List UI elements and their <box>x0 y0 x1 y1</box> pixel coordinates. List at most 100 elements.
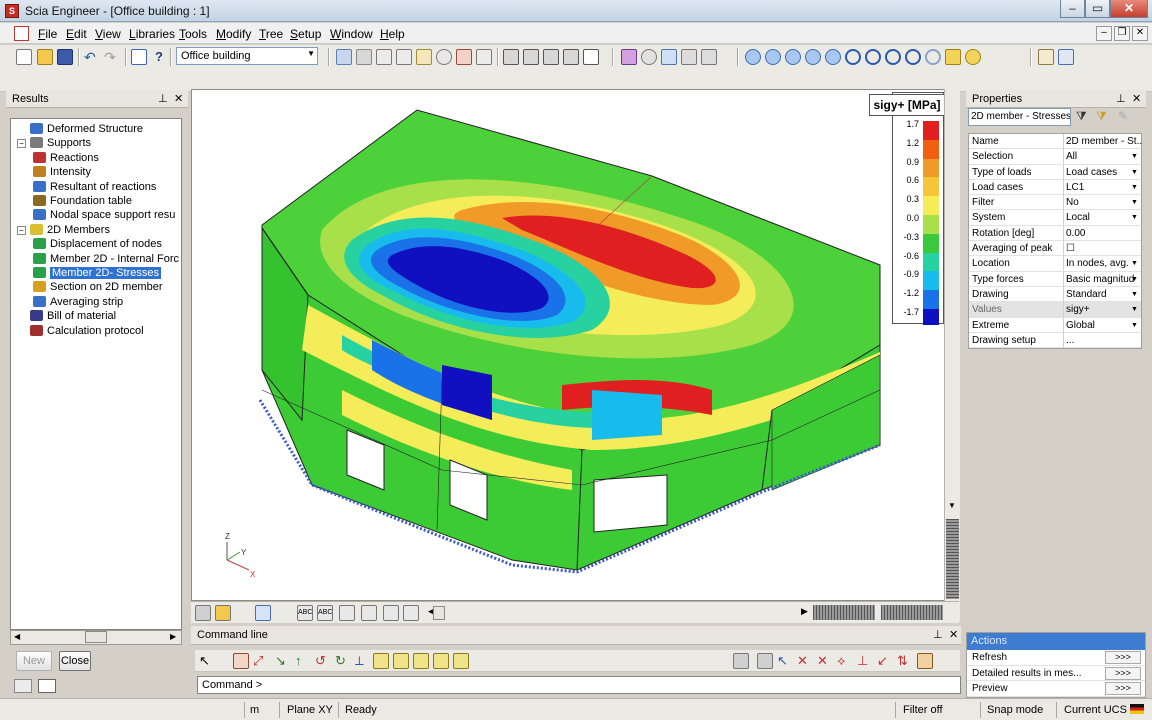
tree-item[interactable]: Averaging strip <box>33 295 123 309</box>
rotate-icon[interactable] <box>745 49 761 65</box>
tree-item[interactable]: Foundation table <box>33 194 132 208</box>
tab-tree-icon[interactable] <box>14 679 32 693</box>
dimension-icon[interactable] <box>255 605 271 621</box>
orbit-icon[interactable] <box>805 49 821 65</box>
mdi-restore-icon[interactable]: ❐ <box>1114 26 1130 41</box>
scroll-down-icon[interactable]: ▼ <box>948 501 956 510</box>
menu-help[interactable]: Help <box>380 27 405 41</box>
splitter-handle-2[interactable] <box>881 605 943 620</box>
model-view[interactable]: Z Y X <box>191 89 959 601</box>
tree-item[interactable]: Member 2D - Internal Forc <box>33 252 179 266</box>
property-row[interactable]: Location In nodes, avg. ▼ <box>969 256 1141 272</box>
arrow-icon[interactable]: ↘ <box>275 653 291 669</box>
tree-scroll-thumb[interactable] <box>85 631 107 643</box>
mesh-icon[interactable] <box>339 605 355 621</box>
menu-setup[interactable]: Setup <box>290 27 321 41</box>
property-value[interactable]: 2D member - St... <box>1063 134 1143 149</box>
result-icon[interactable] <box>373 653 389 669</box>
result-icon[interactable] <box>453 653 469 669</box>
menu-tree[interactable]: Tree <box>259 27 283 41</box>
member-icon[interactable] <box>233 653 249 669</box>
print-view-icon[interactable] <box>403 605 419 621</box>
action-button[interactable]: >>> <box>1105 682 1141 695</box>
chevron-down-icon[interactable]: ▼ <box>1130 213 1139 223</box>
collapse-icon[interactable]: − <box>17 225 26 235</box>
cursor-icon[interactable]: ↖ <box>199 653 215 669</box>
rotate-load-icon[interactable]: ↺ <box>315 653 331 669</box>
menu-file[interactable]: File <box>38 27 57 41</box>
tree-item[interactable]: Member 2D- Stresses <box>33 266 161 280</box>
zoom-all-icon[interactable] <box>905 49 921 65</box>
print-picture-icon[interactable] <box>543 49 559 65</box>
panel-close-icon[interactable]: ✕ <box>1132 92 1141 105</box>
tree-item[interactable]: − 2D Members <box>17 223 110 237</box>
status-ucs[interactable]: Current UCS <box>1064 704 1127 716</box>
snap-tan-icon[interactable]: ↙ <box>877 653 893 669</box>
mdi-close-icon[interactable]: ✕ <box>1132 26 1148 41</box>
tree-item[interactable]: Resultant of reactions <box>33 180 156 194</box>
pan-icon[interactable] <box>765 49 781 65</box>
menu-view[interactable]: View <box>95 27 121 41</box>
tree-item[interactable]: Intensity <box>33 165 91 179</box>
scroll-left-icon[interactable]: ◀ <box>14 632 20 641</box>
chevron-down-icon[interactable]: ▼ <box>1130 321 1139 331</box>
light-icon[interactable] <box>945 49 961 65</box>
chevron-down-icon[interactable]: ▼ <box>1130 259 1139 269</box>
result-icon[interactable] <box>433 653 449 669</box>
print-icon[interactable] <box>503 49 519 65</box>
property-row[interactable]: Rotation [deg] 0.00 <box>969 225 1143 242</box>
pin-icon[interactable]: ⊥ <box>933 628 943 641</box>
property-row[interactable]: Averaging of peak ☐ <box>969 241 1141 257</box>
print-preview-icon[interactable] <box>523 49 539 65</box>
minimize-icon[interactable]: – <box>1060 0 1085 18</box>
chevron-down-icon[interactable]: ▼ <box>1130 198 1139 208</box>
property-value[interactable]: 0.00 <box>1063 225 1143 241</box>
table-icon[interactable] <box>376 49 392 65</box>
chevron-down-icon[interactable]: ▼ <box>1130 168 1139 178</box>
result-icon[interactable] <box>413 653 429 669</box>
rotate-icon[interactable]: ↻ <box>335 653 351 669</box>
filter-icon[interactable]: ⧩ <box>1076 109 1092 125</box>
menu-edit[interactable]: Edit <box>66 27 87 41</box>
zoom-prev-icon[interactable] <box>925 49 941 65</box>
axis-icon[interactable] <box>825 49 841 65</box>
property-row[interactable]: Drawing Standard ▼ <box>969 286 1141 303</box>
save-icon[interactable] <box>57 49 73 65</box>
scroll-thumb[interactable] <box>946 519 959 599</box>
status-snap[interactable]: Snap mode <box>987 704 1043 716</box>
scroll-right-icon[interactable]: ▶ <box>801 606 808 617</box>
tree-item[interactable]: Nodal space support resu <box>33 208 175 222</box>
property-row[interactable]: Filter No ▼ <box>969 195 1141 211</box>
scroll-right-icon[interactable]: ▶ <box>170 632 176 641</box>
snap-end-icon[interactable]: ✕ <box>797 653 813 669</box>
maximize-icon[interactable]: ▭ <box>1085 0 1110 18</box>
snap-node-icon[interactable]: ↖ <box>777 653 793 669</box>
snap-icon[interactable] <box>733 653 749 669</box>
zoom-out-icon[interactable] <box>865 49 881 65</box>
snap-int-icon[interactable]: ⟡ <box>837 653 853 669</box>
redo-icon[interactable]: ↷ <box>104 49 120 65</box>
chevron-down-icon[interactable]: ▼ <box>1130 305 1139 315</box>
help-icon[interactable]: ? <box>151 49 167 65</box>
library-icon[interactable] <box>396 49 412 65</box>
menu-tools[interactable]: Tools <box>179 27 207 41</box>
snap-perp-icon[interactable]: ⊥ <box>857 653 873 669</box>
property-row[interactable]: System Local ▼ <box>969 210 1141 226</box>
action-button[interactable]: >>> <box>1105 666 1141 680</box>
render-icon[interactable] <box>215 605 231 621</box>
panel-close-icon[interactable]: ✕ <box>949 628 958 641</box>
snap-settings-icon[interactable] <box>917 653 933 669</box>
layers-icon[interactable] <box>356 49 372 65</box>
view-vertical-scrollbar[interactable]: ▼ <box>944 89 960 621</box>
tree-item[interactable]: Bill of material <box>17 309 116 323</box>
labels-icon[interactable]: ABC <box>297 605 313 621</box>
snap-mid-icon[interactable]: ✕ <box>817 653 833 669</box>
tree-item[interactable]: Section on 2D member <box>33 280 163 294</box>
property-row[interactable]: Extreme Global ▼ <box>969 317 1141 333</box>
pin-icon[interactable]: ⊥ <box>158 92 168 105</box>
bulb-icon[interactable] <box>965 49 981 65</box>
tab-window-icon[interactable] <box>38 679 56 693</box>
collapse-icon[interactable]: − <box>17 139 26 149</box>
tree-item[interactable]: Displacement of nodes <box>33 237 162 251</box>
undo-icon[interactable]: ↶ <box>84 49 100 65</box>
